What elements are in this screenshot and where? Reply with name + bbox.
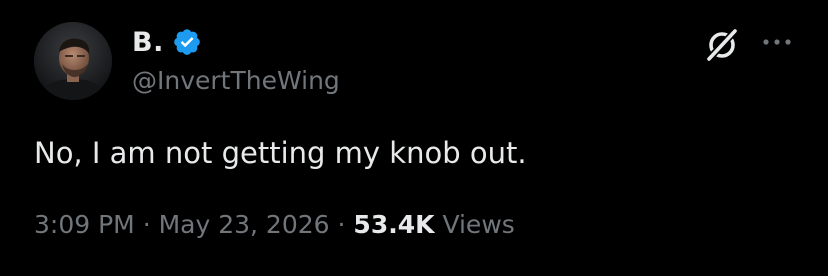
tweet-date[interactable]: May 23, 2026	[159, 210, 330, 239]
tweet-meta: 3:09 PM · May 23, 2026 · 53.4K Views	[34, 210, 515, 239]
grok-icon[interactable]	[703, 26, 741, 64]
views-count[interactable]: 53.4K	[353, 210, 434, 239]
tweet-text: No, I am not getting my knob out.	[34, 136, 527, 170]
more-options-icon[interactable]	[760, 32, 794, 52]
verified-badge-icon[interactable]	[172, 27, 202, 57]
tweet-time[interactable]: 3:09 PM	[34, 210, 135, 239]
views-label: Views	[442, 210, 515, 239]
name-row: B.	[132, 24, 340, 60]
meta-separator: ·	[337, 210, 346, 239]
meta-separator: ·	[142, 210, 151, 239]
handle[interactable]: @InvertTheWing	[132, 66, 340, 95]
tweet-card: B. @InvertTheWing No, I am not getting m…	[0, 0, 828, 276]
display-name[interactable]: B.	[132, 27, 164, 58]
avatar[interactable]	[34, 22, 112, 100]
author-info: B. @InvertTheWing	[132, 24, 340, 96]
